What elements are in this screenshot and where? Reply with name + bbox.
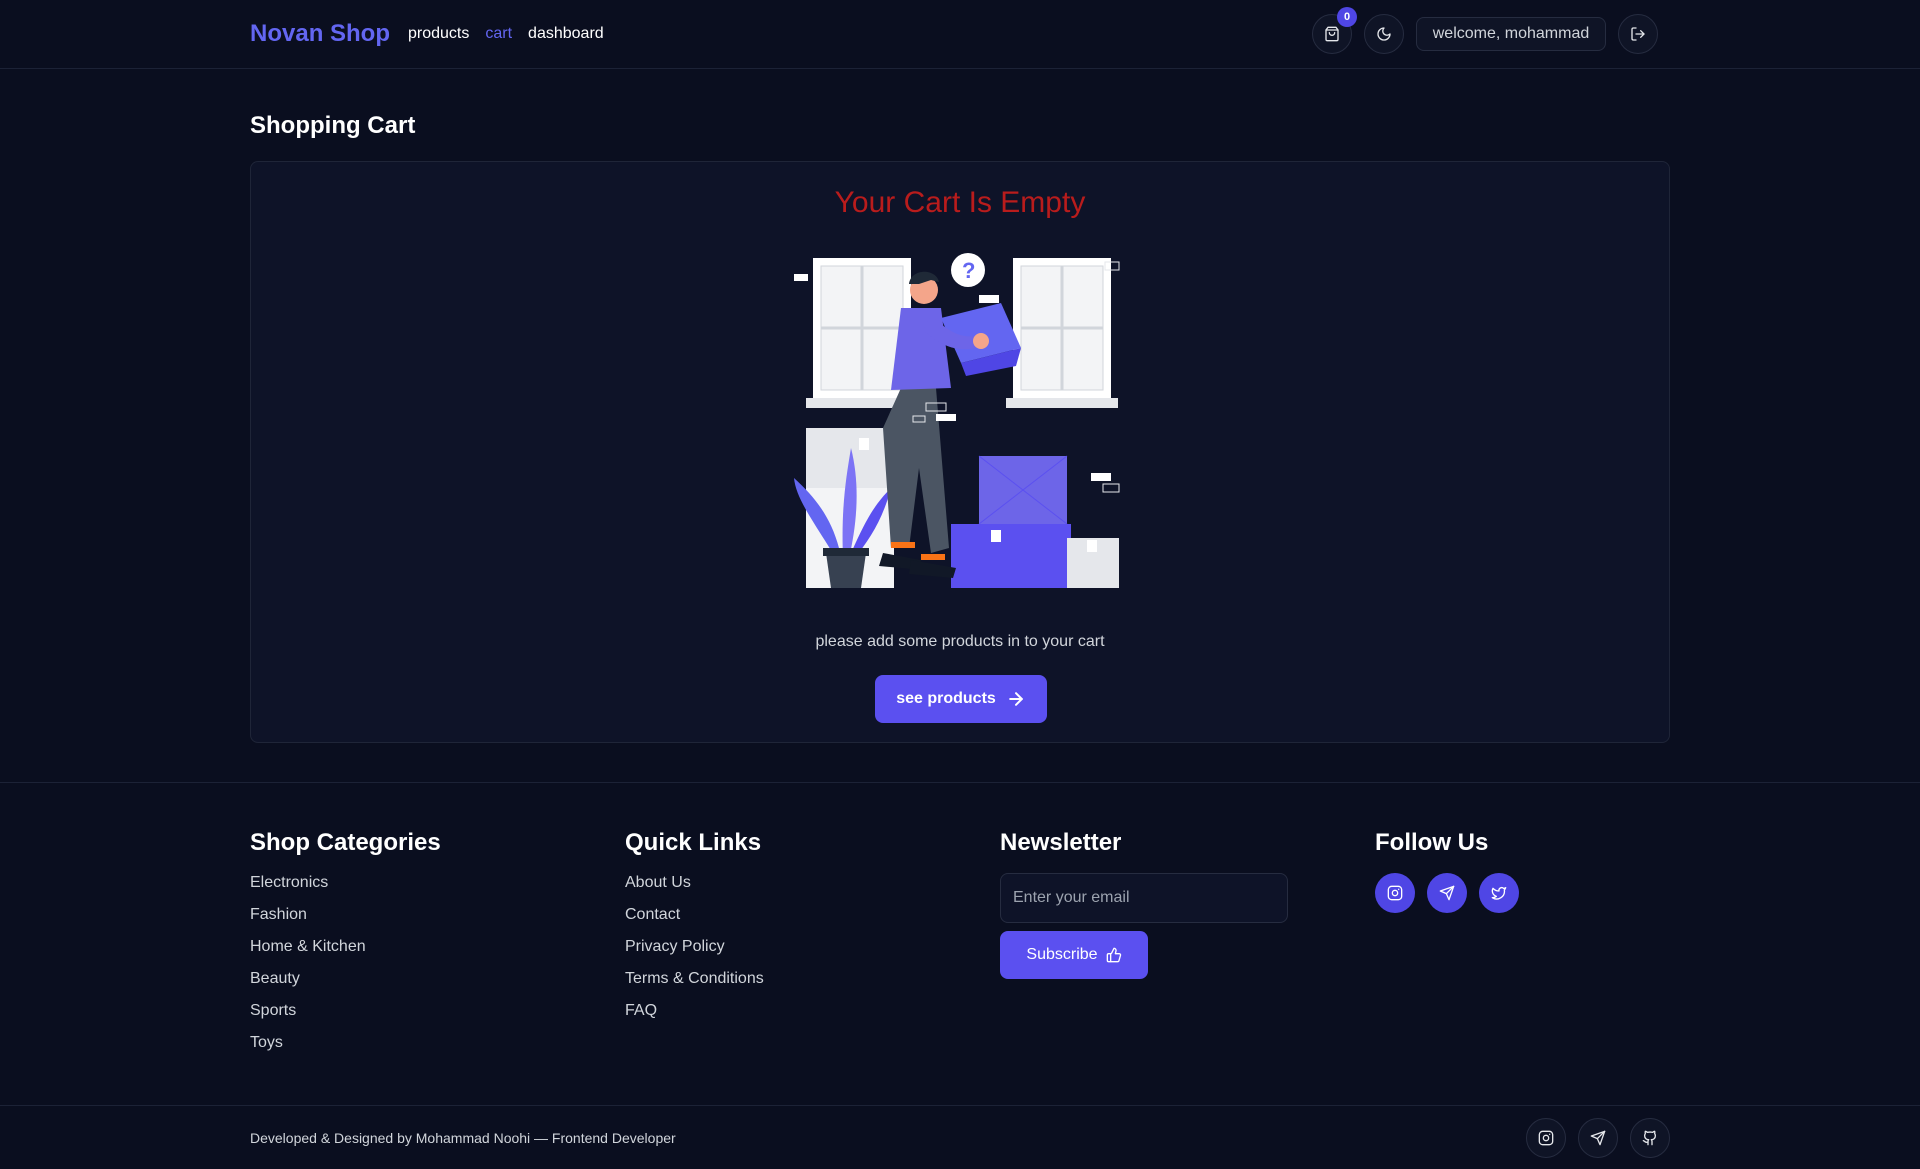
- follow-heading: Follow Us: [1375, 829, 1489, 856]
- subscribe-label: Subscribe: [1026, 946, 1098, 963]
- newsletter-email-input[interactable]: [1000, 873, 1288, 923]
- quick-link[interactable]: Contact: [625, 905, 764, 937]
- quick-link[interactable]: About Us: [625, 873, 764, 905]
- top-header: Novan Shop products cart dashboard 0 wel…: [0, 0, 1920, 69]
- cart-count-badge: 0: [1337, 7, 1357, 27]
- subscribe-button[interactable]: Subscribe: [1000, 931, 1148, 979]
- empty-cart-panel: Your Cart Is Empty ? please add some pro…: [250, 161, 1670, 743]
- empty-cart-title: Your Cart Is Empty: [834, 186, 1086, 219]
- category-link[interactable]: Toys: [250, 1033, 441, 1065]
- category-link[interactable]: Electronics: [250, 873, 441, 905]
- footer-categories: Shop Categories Electronics Fashion Home…: [250, 829, 441, 1065]
- thumbs-up-icon: [1106, 947, 1121, 963]
- instagram-link[interactable]: [1375, 873, 1415, 913]
- logout-button[interactable]: [1618, 14, 1658, 54]
- telegram-icon: [1439, 885, 1455, 901]
- welcome-user-label[interactable]: welcome, mohammad: [1416, 17, 1606, 51]
- theme-toggle-button[interactable]: [1364, 14, 1404, 54]
- bottom-instagram-link[interactable]: [1526, 1118, 1566, 1158]
- moon-icon: [1377, 27, 1391, 41]
- footer-quick-links: Quick Links About Us Contact Privacy Pol…: [625, 829, 764, 1033]
- see-products-label: see products: [896, 690, 996, 707]
- twitter-link[interactable]: [1479, 873, 1519, 913]
- svg-text:?: ?: [962, 258, 975, 283]
- see-products-button[interactable]: see products: [875, 675, 1047, 723]
- nav-dashboard[interactable]: dashboard: [528, 25, 604, 43]
- empty-cart-message: please add some products in to your cart: [815, 633, 1105, 650]
- page-title: Shopping Cart: [250, 112, 416, 139]
- main-nav: products cart dashboard: [408, 25, 604, 43]
- category-link[interactable]: Beauty: [250, 969, 441, 1001]
- category-link[interactable]: Home & Kitchen: [250, 937, 441, 969]
- footer-newsletter: Newsletter Subscribe: [1000, 829, 1288, 979]
- categories-heading: Shop Categories: [250, 829, 441, 856]
- footer-follow: Follow Us: [1375, 829, 1519, 913]
- brand-logo[interactable]: Novan Shop: [250, 20, 390, 48]
- bottom-telegram-link[interactable]: [1578, 1118, 1618, 1158]
- newsletter-heading: Newsletter: [1000, 829, 1122, 856]
- category-link[interactable]: Fashion: [250, 905, 441, 937]
- logout-icon: [1631, 27, 1645, 41]
- credit-text: Developed & Designed by Mohammad Noohi —…: [250, 1130, 676, 1146]
- shopping-bag-icon: [1325, 26, 1339, 42]
- instagram-icon: [1538, 1130, 1554, 1146]
- bottom-github-link[interactable]: [1630, 1118, 1670, 1158]
- quick-link[interactable]: Privacy Policy: [625, 937, 764, 969]
- twitter-icon: [1491, 887, 1507, 900]
- site-footer: Shop Categories Electronics Fashion Home…: [0, 782, 1920, 1169]
- cart-button[interactable]: 0: [1312, 7, 1357, 54]
- arrow-right-icon: [1008, 692, 1023, 706]
- quick-link[interactable]: FAQ: [625, 1001, 764, 1033]
- nav-cart[interactable]: cart: [485, 25, 512, 43]
- github-icon: [1642, 1130, 1657, 1146]
- category-link[interactable]: Sports: [250, 1001, 441, 1033]
- empty-cart-illustration: ?: [794, 253, 1120, 588]
- quick-links-heading: Quick Links: [625, 829, 762, 856]
- social-links: [1375, 873, 1519, 913]
- nav-products[interactable]: products: [408, 25, 469, 43]
- quick-link[interactable]: Terms & Conditions: [625, 969, 764, 1001]
- footer-bottom-bar: Developed & Designed by Mohammad Noohi —…: [0, 1105, 1920, 1169]
- telegram-icon: [1590, 1130, 1606, 1146]
- instagram-icon: [1387, 885, 1403, 901]
- telegram-link[interactable]: [1427, 873, 1467, 913]
